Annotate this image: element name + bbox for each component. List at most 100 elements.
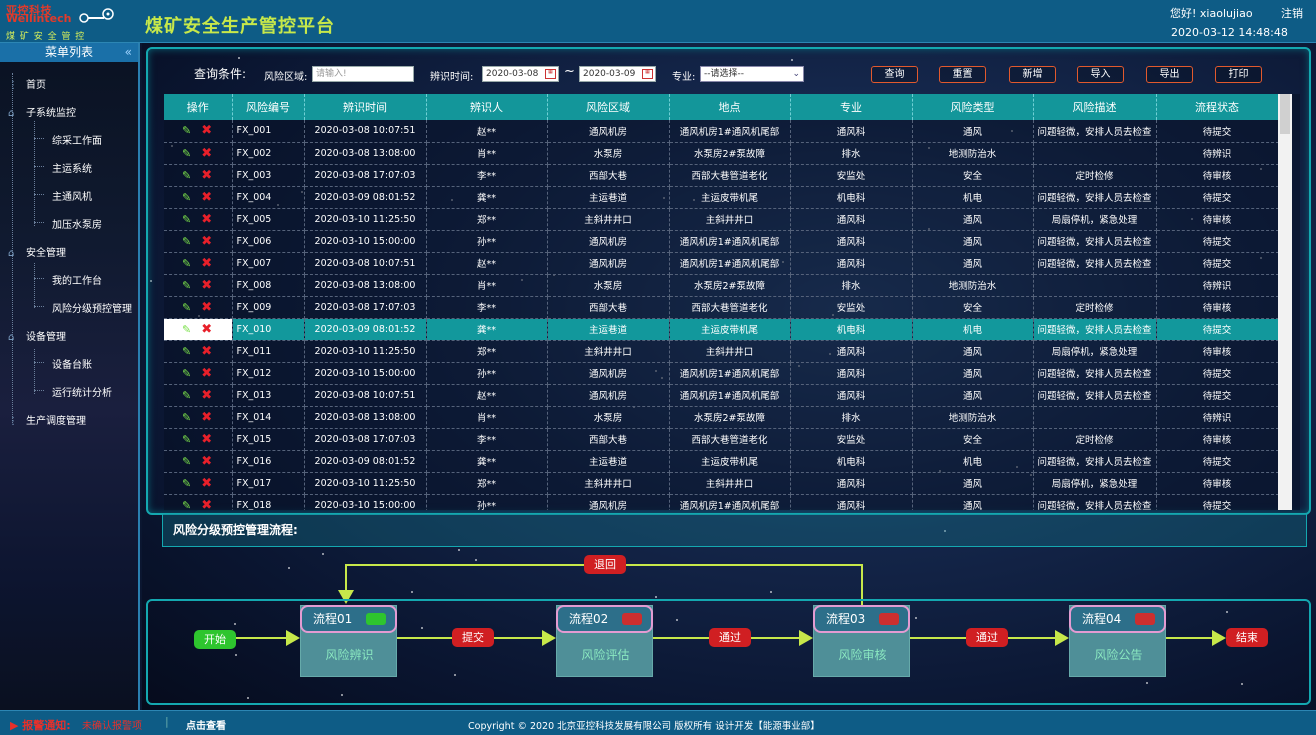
sidebar-item-pump-room[interactable]: 加压水泵房 [52,216,102,231]
edit-icon[interactable]: ✎ [182,323,191,336]
delete-icon[interactable]: ✖ [201,476,212,491]
table-row[interactable]: ✎ ✖ FX_011 2020-03-10 11:25:50 郑** 主斜井井口 主斜井井口… [164,340,1279,363]
date-to-input[interactable]: 2020-03-09 ▦ [579,66,656,82]
sidebar-item-stats[interactable]: 运行统计分析 [52,384,112,399]
reset-button[interactable]: 重置 [939,66,986,83]
delete-icon[interactable]: ✖ [201,123,212,138]
add-button[interactable]: 新增 [1009,66,1056,83]
table-row[interactable]: ✎ ✖ FX_002 2020-03-08 13:08:00 肖** 水泵房 水泵房2#泵故… [164,142,1279,165]
edit-icon[interactable]: ✎ [182,191,191,204]
table-cell: 主运巷道 [547,450,670,473]
search-button[interactable]: 查询 [871,66,918,83]
delete-icon[interactable]: ✖ [201,344,212,359]
edit-icon[interactable]: ✎ [182,411,191,424]
table-cell: 通风科 [790,472,913,495]
sidebar-item-dispatch[interactable]: ⋮ 生产调度管理 [8,412,86,427]
table-row[interactable]: ✎ ✖ FX_012 2020-03-10 15:00:00 孙** 通风机房 通风机房1#… [164,362,1279,385]
table-row[interactable]: ✎ ✖ FX_008 2020-03-08 13:08:00 肖** 水泵房 水泵房2#泵故… [164,274,1279,297]
edit-icon[interactable]: ✎ [182,257,191,270]
table-row[interactable]: ✎ ✖ FX_004 2020-03-09 08:01:52 龚** 主运巷道 主运皮带机尾… [164,186,1279,209]
edit-icon[interactable]: ✎ [182,301,191,314]
edit-icon[interactable]: ✎ [182,367,191,380]
row-actions: ✎ ✖ [164,428,233,451]
edit-icon[interactable]: ✎ [182,235,191,248]
edit-icon[interactable]: ✎ [182,477,191,490]
table-row[interactable]: ✎ ✖ FX_014 2020-03-08 13:08:00 肖** 水泵房 水泵房2#泵故… [164,406,1279,429]
delete-icon[interactable]: ✖ [201,278,212,293]
edit-icon[interactable]: ✎ [182,345,191,358]
table-cell: 西部大巷 [547,296,670,319]
logout-link[interactable]: 注销 [1281,5,1303,21]
delete-icon[interactable]: ✖ [201,432,212,447]
scrollbar-thumb[interactable] [1280,94,1290,134]
table-cell: 李** [426,296,548,319]
delete-icon[interactable]: ✖ [201,498,212,511]
edit-icon[interactable]: ✎ [182,433,191,446]
edit-icon[interactable]: ✎ [182,455,191,468]
print-button[interactable]: 打印 [1215,66,1262,83]
row-actions: ✎ ✖ [164,494,233,511]
table-row[interactable]: ✎ ✖ FX_010 2020-03-09 08:01:52 龚** 主运巷道 主运皮带机尾… [164,318,1279,341]
sidebar-item-equipment[interactable]: ⌂ 设备管理 [8,328,66,343]
sidebar-item-safety[interactable]: ⌂ 安全管理 [8,244,66,259]
sidebar-item-workbench[interactable]: 我的工作台 [52,272,102,287]
view-alarm-link[interactable]: 点击查看 [186,717,226,732]
table-row[interactable]: ✎ ✖ FX_015 2020-03-08 17:07:03 李** 西部大巷 西部大巷管道… [164,428,1279,451]
delete-icon[interactable]: ✖ [201,300,212,315]
edit-icon[interactable]: ✎ [182,169,191,182]
table-cell: 通风机房 [547,362,670,385]
sidebar-item-fully-mechanized[interactable]: 综采工作面 [52,132,102,147]
sidebar-item-main-fan[interactable]: 主通风机 [52,188,92,203]
delete-icon[interactable]: ✖ [201,366,212,381]
import-button[interactable]: 导入 [1077,66,1124,83]
table-row[interactable]: ✎ ✖ FX_001 2020-03-08 10:07:51 赵** 通风机房 通风机房1#… [164,120,1279,143]
edit-icon[interactable]: ✎ [182,389,191,402]
table-cell: 排水 [790,406,913,429]
table-row[interactable]: ✎ ✖ FX_017 2020-03-10 11:25:50 郑** 主斜井井口 主斜井井口… [164,472,1279,495]
table-cell: 2020-03-08 13:08:00 [304,142,427,165]
table-cell: 主运巷道 [547,318,670,341]
delete-icon[interactable]: ✖ [201,388,212,403]
delete-icon[interactable]: ✖ [201,256,212,271]
table-row[interactable]: ✎ ✖ FX_018 2020-03-10 15:00:00 孙** 通风机房 通风机房1#… [164,494,1279,511]
delete-icon[interactable]: ✖ [201,190,212,205]
table-scrollbar[interactable] [1278,94,1292,510]
sidebar-item-ledger[interactable]: 设备台账 [52,356,92,371]
sidebar-item-risk-control[interactable]: 风险分级预控管理 [52,300,132,315]
table-cell: 赵** [426,384,548,407]
sidebar-item-subsystem[interactable]: ⌂ 子系统监控 [8,104,76,119]
table-cell: 问题轻微，安排人员去检查 [1033,494,1157,510]
export-button[interactable]: 导出 [1146,66,1193,83]
table-cell: 通风科 [790,208,913,231]
edit-icon[interactable]: ✎ [182,124,191,137]
area-input[interactable]: 请输入! [312,66,414,82]
table-row[interactable]: ✎ ✖ FX_006 2020-03-10 15:00:00 孙** 通风机房 通风机房1#… [164,230,1279,253]
delete-icon[interactable]: ✖ [201,212,212,227]
edit-icon[interactable]: ✎ [182,213,191,226]
delete-icon[interactable]: ✖ [201,410,212,425]
delete-icon[interactable]: ✖ [201,146,212,161]
table-row[interactable]: ✎ ✖ FX_016 2020-03-09 08:01:52 龚** 主运巷道 主运皮带机尾… [164,450,1279,473]
edit-icon[interactable]: ✎ [182,499,191,511]
edit-icon[interactable]: ✎ [182,147,191,160]
column-header: 地点 [669,94,791,120]
table-row[interactable]: ✎ ✖ FX_013 2020-03-08 10:07:51 赵** 通风机房 通风机房1#… [164,384,1279,407]
collapse-icon[interactable]: « [125,43,132,62]
row-actions: ✎ ✖ [164,384,233,407]
delete-icon[interactable]: ✖ [201,168,212,183]
date-from-input[interactable]: 2020-03-08 ▦ [482,66,559,82]
table-row[interactable]: ✎ ✖ FX_003 2020-03-08 17:07:03 李** 西部大巷 西部大巷管道… [164,164,1279,187]
sidebar-item-main-transport[interactable]: 主运系统 [52,160,92,175]
delete-icon[interactable]: ✖ [201,322,212,337]
table-cell: 机电科 [790,450,913,473]
table-row[interactable]: ✎ ✖ FX_007 2020-03-08 10:07:51 赵** 通风机房 通风机房1#… [164,252,1279,275]
table-row[interactable]: ✎ ✖ FX_009 2020-03-08 17:07:03 李** 西部大巷 西部大巷管道… [164,296,1279,319]
table-cell: 主斜井井口 [669,340,791,363]
sidebar-item-home[interactable]: ⋮ 首页 [8,76,46,91]
edit-icon[interactable]: ✎ [182,279,191,292]
table-cell: 孙** [426,362,548,385]
major-select[interactable]: --请选择-- ⌄ [700,66,804,82]
table-row[interactable]: ✎ ✖ FX_005 2020-03-10 11:25:50 郑** 主斜井井口 主斜井井口… [164,208,1279,231]
delete-icon[interactable]: ✖ [201,234,212,249]
delete-icon[interactable]: ✖ [201,454,212,469]
